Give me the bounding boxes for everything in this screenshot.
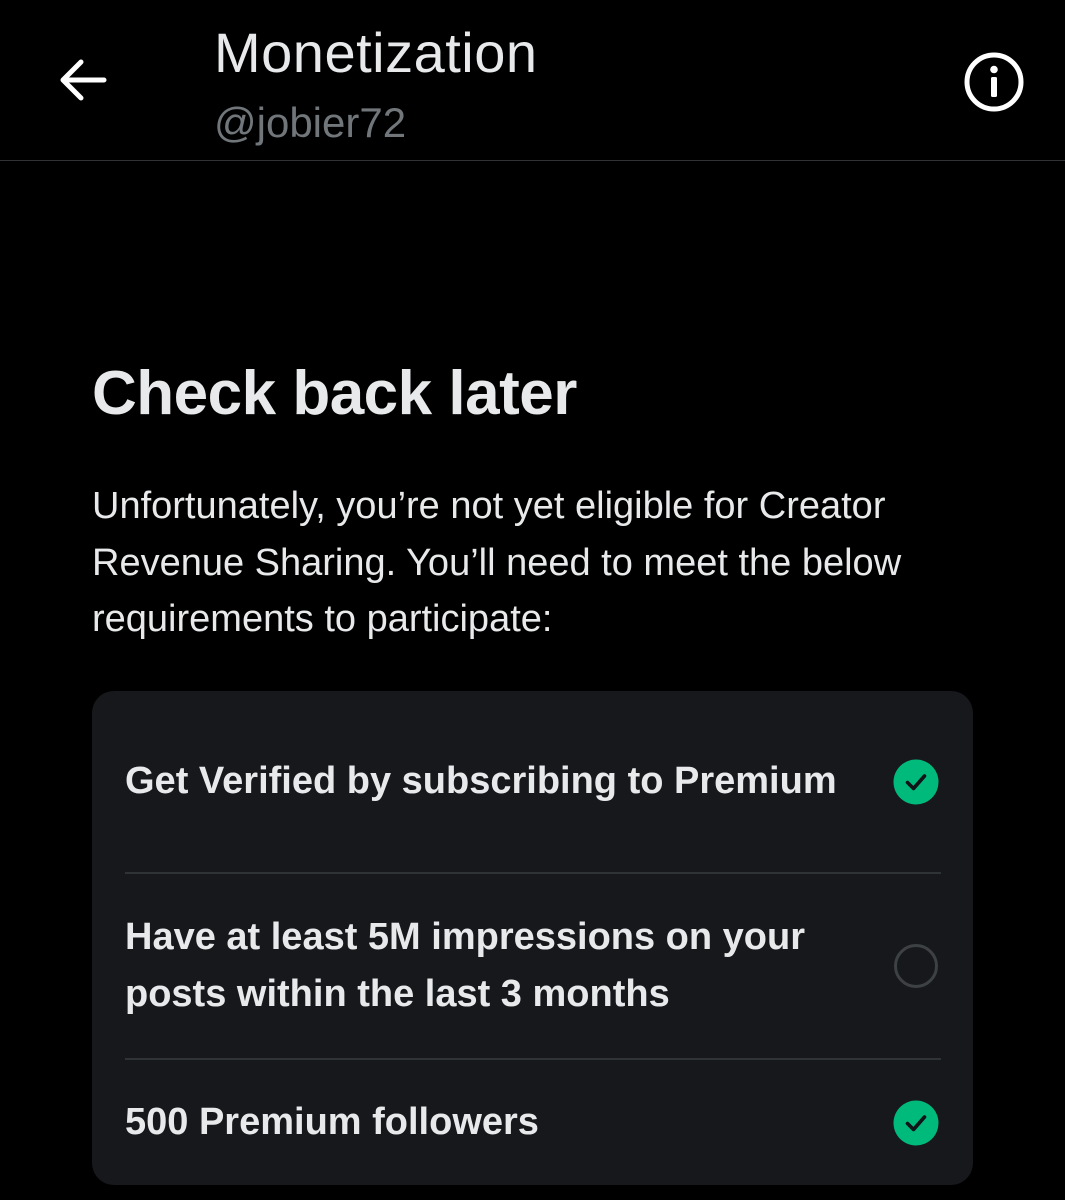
eligibility-description: Unfortunately, you’re not yet eligible f… — [92, 485, 902, 640]
back-button[interactable] — [50, 48, 114, 112]
empty-circle-icon — [893, 943, 939, 989]
requirement-item: 500 Premium followers — [125, 1060, 941, 1185]
requirement-label: Have at least 5M impressions on your pos… — [125, 916, 806, 1015]
requirement-item: Have at least 5M impressions on your pos… — [125, 874, 941, 1060]
requirement-label: Get Verified by subscribing to Premium — [125, 760, 837, 802]
eligibility-heading: Check back later — [92, 359, 577, 428]
account-handle: @jobier72 — [214, 99, 407, 146]
check-circle-icon — [893, 759, 939, 805]
arrow-left-icon — [60, 59, 107, 101]
check-circle-icon — [893, 1100, 939, 1146]
page-title: Monetization — [214, 21, 538, 84]
requirements-card: Get Verified by subscribing to Premium H… — [92, 691, 973, 1185]
info-circle-icon — [964, 52, 1024, 112]
requirement-item: Get Verified by subscribing to Premium — [125, 691, 941, 874]
top-app-bar: Monetization @jobier72 — [0, 0, 1065, 161]
info-button[interactable] — [960, 48, 1028, 116]
requirement-label: 500 Premium followers — [125, 1101, 539, 1143]
